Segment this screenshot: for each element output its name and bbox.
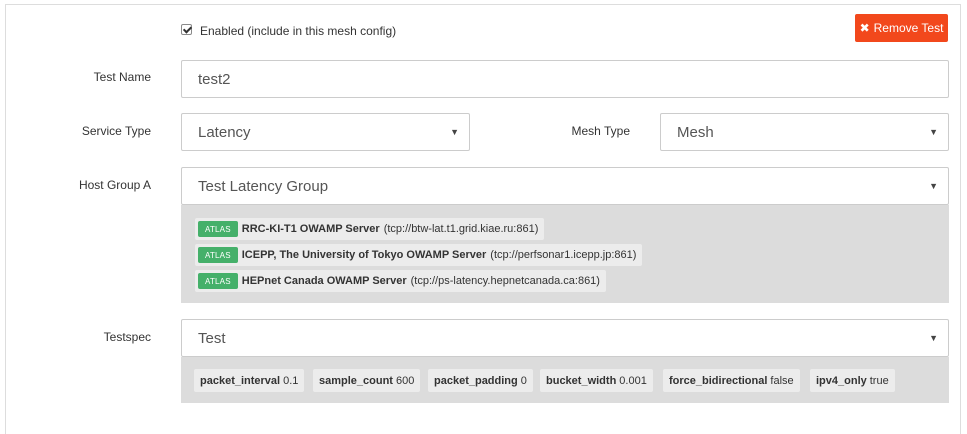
spec-param-value: 600 [395, 374, 415, 387]
spec-param-key: force_bidirectional [669, 374, 768, 387]
close-icon: ✖ [859, 21, 870, 35]
testspec-select[interactable]: Test ▼ [181, 319, 949, 357]
spec-param-key: bucket_width [546, 374, 617, 387]
spec-param-key: ipv4_only [816, 374, 867, 387]
spec-param-value: true [869, 374, 889, 387]
service-type-select[interactable]: Latency ▼ [181, 113, 470, 151]
service-type-label: Service Type [81, 124, 151, 138]
host-group-a-value: Test Latency Group [198, 177, 329, 195]
spec-param: force_bidirectional false [663, 369, 800, 392]
host-item[interactable]: ATLAS ICEPP, The University of Tokyo OWA… [195, 244, 643, 266]
host-group-a-label: Host Group A [78, 178, 151, 192]
service-type-value: Latency [198, 123, 251, 141]
host-address: (tcp://ps-latency.hepnetcanada.ca:861) [410, 275, 600, 287]
spec-param-key: packet_padding [434, 374, 518, 387]
atlas-badge: ATLAS [198, 273, 238, 289]
test-name-value: test2 [198, 70, 231, 88]
mesh-type-value: Mesh [677, 123, 714, 141]
mesh-type-label: Mesh Type [571, 124, 630, 138]
host-address: (tcp://btw-lat.t1.grid.kiae.ru:861) [383, 223, 539, 235]
host-item[interactable]: ATLAS RRC-KI-T1 OWAMP Server (tcp://btw-… [195, 218, 545, 240]
host-address: (tcp://perfsonar1.icepp.jp:861) [490, 249, 637, 261]
enabled-label: Enabled (include in this mesh config) [200, 24, 397, 38]
caret-down-icon: ▼ [929, 127, 938, 137]
spec-param-value: false [770, 374, 794, 387]
spec-param: sample_count 600 [313, 369, 421, 392]
testspec-label: Testspec [103, 330, 151, 344]
remove-test-label: Remove Test [873, 21, 944, 35]
spec-param: bucket_width 0.001 [540, 369, 653, 392]
caret-down-icon: ▼ [929, 181, 938, 191]
mesh-type-select[interactable]: Mesh ▼ [660, 113, 949, 151]
spec-param: packet_interval 0.1 [194, 369, 305, 392]
spec-param-value: 0 [520, 374, 527, 387]
host-name: RRC-KI-T1 OWAMP Server [241, 223, 380, 235]
test-name-input[interactable]: test2 [181, 60, 949, 98]
host-item[interactable]: ATLAS HEPnet Canada OWAMP Server (tcp://… [195, 270, 606, 292]
spec-param-key: sample_count [319, 374, 393, 387]
spec-param: ipv4_only true [810, 369, 895, 392]
host-name: HEPnet Canada OWAMP Server [241, 275, 407, 287]
spec-param-value: 0.001 [619, 374, 647, 387]
spec-param: packet_padding 0 [428, 369, 533, 392]
atlas-badge: ATLAS [198, 247, 238, 263]
remove-test-button[interactable]: ✖ Remove Test [855, 14, 948, 42]
caret-down-icon: ▼ [929, 333, 938, 343]
testspec-value: Test [198, 329, 226, 347]
spec-param-key: packet_interval [200, 374, 281, 387]
atlas-badge: ATLAS [198, 221, 238, 237]
host-group-a-select[interactable]: Test Latency Group ▼ [181, 167, 949, 205]
test-name-label: Test Name [93, 70, 151, 84]
enabled-checkbox[interactable] [181, 24, 192, 35]
spec-param-value: 0.1 [283, 374, 299, 387]
caret-down-icon: ▼ [450, 127, 459, 137]
host-name: ICEPP, The University of Tokyo OWAMP Ser… [241, 249, 487, 261]
